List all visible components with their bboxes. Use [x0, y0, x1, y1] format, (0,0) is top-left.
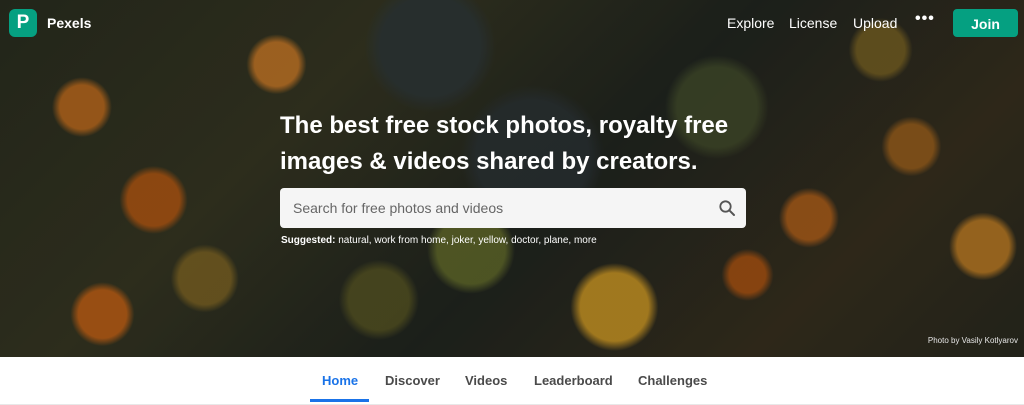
nav-explore-link[interactable]: Explore	[727, 15, 774, 31]
nav-license-link[interactable]: License	[789, 15, 837, 31]
suggested-term-work-from-home[interactable]: work from home,	[374, 235, 448, 246]
hero-headline: The best free stock photos, royalty free…	[280, 108, 780, 180]
nav-upload-link[interactable]: Upload	[853, 15, 897, 31]
tab-discover[interactable]: Discover	[385, 373, 440, 388]
tab-challenges[interactable]: Challenges	[638, 373, 707, 388]
tab-home[interactable]: Home	[322, 373, 358, 388]
main-tabs: Home Discover Videos Leaderboard Challen…	[0, 357, 1024, 405]
headline-line-2: images & videos shared by creators.	[280, 148, 698, 175]
suggested-term-yellow[interactable]: yellow,	[478, 235, 508, 246]
search-icon[interactable]	[718, 199, 736, 217]
suggested-term-doctor[interactable]: doctor,	[511, 235, 541, 246]
search-bar	[280, 188, 746, 228]
tab-leaderboard[interactable]: Leaderboard	[534, 373, 613, 388]
pexels-logo-icon[interactable]: P	[9, 9, 37, 37]
hero-section: P Pexels Explore License Upload ••• Join…	[0, 0, 1024, 357]
top-navbar: P Pexels Explore License Upload ••• Join	[0, 0, 1024, 46]
suggested-searches: Suggested: natural, work from home, joke…	[281, 235, 597, 246]
suggested-term-joker[interactable]: joker,	[452, 235, 476, 246]
photo-credit[interactable]: Photo by Vasily Kotlyarov	[928, 336, 1018, 345]
search-input[interactable]	[280, 188, 700, 228]
active-tab-indicator	[310, 399, 369, 402]
join-button[interactable]: Join	[953, 9, 1018, 37]
suggested-label: Suggested:	[281, 235, 336, 246]
suggested-term-plane[interactable]: plane,	[544, 235, 571, 246]
headline-line-1: The best free stock photos, royalty free	[280, 112, 729, 139]
tab-videos[interactable]: Videos	[465, 373, 507, 388]
suggested-term-more[interactable]: more	[574, 235, 597, 246]
suggested-term-natural[interactable]: natural,	[338, 235, 371, 246]
more-menu-icon[interactable]: •••	[915, 10, 935, 28]
brand-name[interactable]: Pexels	[47, 15, 91, 31]
